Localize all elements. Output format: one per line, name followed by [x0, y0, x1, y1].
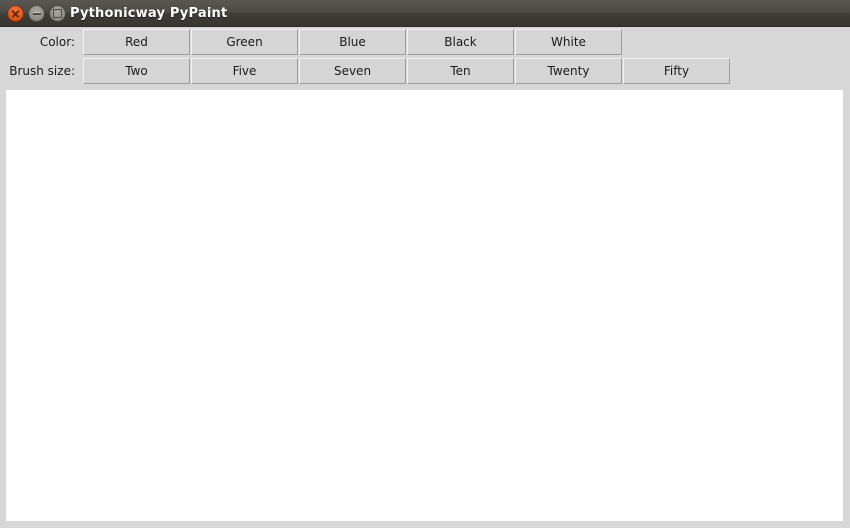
brush-button-five[interactable]: Five [191, 58, 298, 84]
close-icon [11, 9, 20, 18]
close-button[interactable] [7, 5, 24, 22]
color-button-green[interactable]: Green [191, 29, 298, 55]
maximize-icon [53, 9, 62, 18]
color-row: Color: Red Green Blue Black White [0, 29, 850, 58]
brush-button-ten[interactable]: Ten [407, 58, 514, 84]
color-button-white[interactable]: White [515, 29, 622, 55]
brush-size-row-label: Brush size: [9, 64, 75, 78]
maximize-button[interactable] [49, 5, 66, 22]
drawing-canvas[interactable] [6, 90, 843, 521]
window-controls [7, 5, 66, 22]
minimize-icon [32, 12, 41, 15]
brush-button-twenty[interactable]: Twenty [515, 58, 622, 84]
brush-size-row: Brush size: Two Five Seven Ten Twenty Fi… [0, 58, 850, 87]
minimize-button[interactable] [28, 5, 45, 22]
color-button-red[interactable]: Red [83, 29, 190, 55]
brush-button-fifty[interactable]: Fifty [623, 58, 730, 84]
title-bar: Pythonicway PyPaint [0, 0, 850, 27]
color-button-blue[interactable]: Blue [299, 29, 406, 55]
color-row-label: Color: [39, 35, 75, 49]
toolbar: Color: Red Green Blue Black White Brush … [0, 27, 850, 88]
window-title: Pythonicway PyPaint [70, 6, 228, 21]
brush-button-two[interactable]: Two [83, 58, 190, 84]
color-button-black[interactable]: Black [407, 29, 514, 55]
application-window: Pythonicway PyPaint Color: Red Green Blu… [0, 0, 850, 528]
brush-button-seven[interactable]: Seven [299, 58, 406, 84]
